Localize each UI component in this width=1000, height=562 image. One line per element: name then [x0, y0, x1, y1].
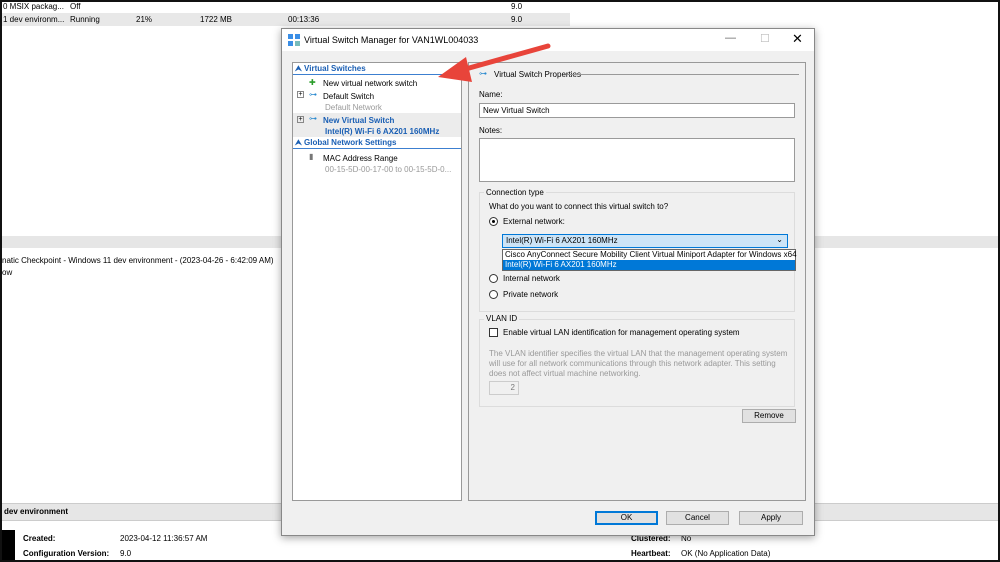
- annotation-arrow: [438, 43, 551, 82]
